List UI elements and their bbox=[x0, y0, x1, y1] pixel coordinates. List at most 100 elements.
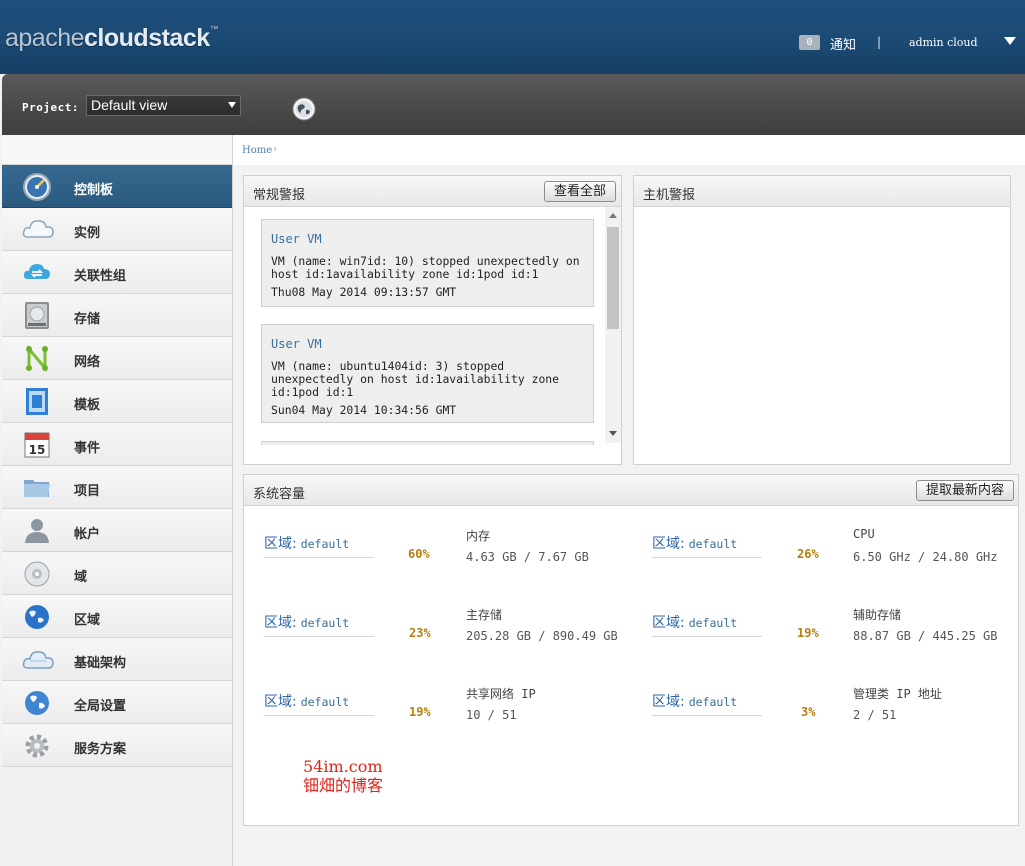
dashboard-gauge-icon bbox=[22, 172, 52, 201]
capacity-percent: 26% bbox=[797, 547, 819, 561]
breadcrumb-separator: › bbox=[273, 142, 278, 155]
sidebar-nav: 控制板 实例 关联性组 存储 网络 模板 15 事件 项目 帐户 域 区域 基础… bbox=[2, 135, 233, 866]
alert-description: VM (name: ubuntu1404id: 3) stopped unexp… bbox=[271, 359, 560, 399]
capacity-percent: 23% bbox=[409, 626, 431, 640]
capacity-value: 10 / 51 bbox=[466, 708, 517, 722]
sidebar-item-label: 存储 bbox=[74, 312, 101, 327]
scroll-up-icon[interactable] bbox=[609, 213, 617, 218]
scroll-down-icon[interactable] bbox=[609, 431, 617, 436]
capacity-value: 2 / 51 bbox=[853, 708, 897, 722]
sidebar-item-dashboard[interactable]: 控制板 bbox=[2, 165, 232, 208]
general-alerts-panel: 常规警报 查看全部 User VM VM (name: win7id: 10) … bbox=[243, 175, 622, 465]
sidebar-item-label: 域 bbox=[74, 570, 88, 585]
breadcrumb: Home › bbox=[233, 135, 1025, 165]
panel-header: 主机警报 bbox=[634, 176, 1010, 207]
sidebar-item-accounts[interactable]: 帐户 bbox=[2, 509, 232, 552]
network-icon bbox=[22, 344, 52, 373]
sidebar-item-label: 控制板 bbox=[74, 183, 114, 198]
panel-header: 系统容量 提取最新内容 bbox=[244, 475, 1018, 506]
sidebar-item-label: 模板 bbox=[74, 398, 101, 413]
template-icon bbox=[22, 387, 52, 416]
notifications-link[interactable]: 通知 bbox=[830, 34, 856, 53]
sidebar-top-spacer bbox=[2, 135, 232, 165]
sidebar-item-label: 关联性组 bbox=[74, 269, 127, 284]
capacity-zone[interactable]: 区域: default bbox=[652, 691, 762, 716]
watermark-text: 54im.com 钿畑的博客 bbox=[303, 757, 383, 795]
capacity-name: CPU bbox=[853, 527, 875, 541]
sidebar-item-service-offerings[interactable]: 服务方案 bbox=[2, 724, 232, 767]
breadcrumb-home-link[interactable]: Home bbox=[242, 145, 272, 156]
sidebar-item-domains[interactable]: 域 bbox=[2, 552, 232, 595]
user-menu-caret-icon[interactable] bbox=[1004, 37, 1016, 45]
alert-description: VM (name: win7id: 10) stopped unexpected… bbox=[271, 254, 580, 281]
sidebar-item-label: 基础架构 bbox=[74, 656, 127, 671]
capacity-name: 内存 bbox=[466, 529, 491, 543]
capacity-name: 管理类 IP 地址 bbox=[853, 687, 942, 701]
cloud-icon bbox=[22, 215, 54, 244]
svg-text:15: 15 bbox=[29, 443, 46, 457]
capacity-zone[interactable]: 区域: default bbox=[652, 533, 762, 558]
sidebar-item-label: 项目 bbox=[74, 484, 101, 499]
panel-title: 系统容量 bbox=[253, 487, 306, 502]
refresh-button[interactable]: 提取最新内容 bbox=[916, 480, 1015, 501]
host-alerts-panel: 主机警报 bbox=[633, 175, 1011, 465]
sidebar-item-network[interactable]: 网络 bbox=[2, 337, 232, 380]
capacity-percent: 19% bbox=[409, 705, 431, 719]
disc-icon bbox=[22, 559, 52, 588]
capacity-name: 辅助存储 bbox=[853, 608, 902, 622]
project-label: Project: bbox=[22, 101, 79, 114]
capacity-value: 4.63 GB / 7.67 GB bbox=[466, 550, 589, 564]
alert-date: Sun04 May 2014 10:34:56 GMT bbox=[271, 403, 457, 417]
watermark-line: 54im.com bbox=[303, 757, 383, 776]
project-select-value: Default view bbox=[91, 97, 168, 113]
notification-count-badge[interactable]: 0 bbox=[799, 35, 820, 50]
capacity-zone[interactable]: 区域: default bbox=[264, 612, 374, 637]
capacity-percent: 3% bbox=[801, 705, 816, 719]
gear-icon bbox=[22, 731, 52, 760]
capacity-value: 88.87 GB / 445.25 GB bbox=[853, 629, 998, 643]
view-all-button[interactable]: 查看全部 bbox=[544, 181, 617, 202]
capacity-zone[interactable]: 区域: default bbox=[652, 612, 762, 637]
cloud-sync-icon bbox=[22, 258, 52, 287]
cloud-infrastructure-icon bbox=[22, 645, 54, 674]
alerts-list[interactable]: User VM VM (name: win7id: 10) stopped un… bbox=[244, 207, 605, 445]
sidebar-item-label: 网络 bbox=[74, 355, 101, 370]
calendar-icon: 15 bbox=[22, 430, 52, 459]
sidebar-item-label: 帐户 bbox=[74, 527, 101, 542]
sidebar-item-events[interactable]: 15 事件 bbox=[2, 423, 232, 466]
capacity-percent: 60% bbox=[408, 547, 430, 561]
sidebar-item-zones[interactable]: 区域 bbox=[2, 595, 232, 638]
globe-icon[interactable] bbox=[292, 97, 316, 121]
list-item[interactable]: User VM VM (name: win7id: 10) stopped un… bbox=[261, 219, 594, 307]
sidebar-item-label: 区域 bbox=[74, 613, 101, 628]
alert-title: User VM bbox=[271, 232, 322, 246]
sidebar-item-projects[interactable]: 项目 bbox=[2, 466, 232, 509]
sidebar-item-label: 事件 bbox=[74, 441, 101, 456]
alerts-scrollbar[interactable] bbox=[605, 207, 621, 443]
header-separator: | bbox=[877, 35, 882, 49]
watermark-line: 钿畑的博客 bbox=[303, 776, 384, 795]
sidebar-item-affinity-groups[interactable]: 关联性组 bbox=[2, 251, 232, 294]
capacity-name: 主存储 bbox=[466, 608, 503, 622]
project-select[interactable]: Default view bbox=[86, 95, 241, 116]
sidebar-item-templates[interactable]: 模板 bbox=[2, 380, 232, 423]
list-item[interactable]: User VM VM (name: ubuntu1404id: 3) stopp… bbox=[261, 324, 594, 423]
capacity-percent: 19% bbox=[797, 626, 819, 640]
list-item[interactable] bbox=[261, 441, 594, 445]
capacity-zone[interactable]: 区域: default bbox=[264, 533, 374, 558]
sidebar-item-label: 服务方案 bbox=[74, 742, 127, 757]
sidebar-item-instances[interactable]: 实例 bbox=[2, 208, 232, 251]
sidebar-item-storage[interactable]: 存储 bbox=[2, 294, 232, 337]
sidebar-item-label: 实例 bbox=[74, 226, 101, 241]
world-settings-icon bbox=[22, 688, 52, 717]
capacity-zone[interactable]: 区域: default bbox=[264, 691, 374, 716]
alert-title: User VM bbox=[271, 337, 322, 351]
panel-title: 主机警报 bbox=[643, 188, 696, 203]
top-header: apachecloudstack™ 0 通知 | admin cloud bbox=[0, 0, 1025, 74]
sidebar-item-global-settings[interactable]: 全局设置 bbox=[2, 681, 232, 724]
scrollbar-thumb[interactable] bbox=[607, 227, 619, 329]
capacity-name: 共享网络 IP bbox=[466, 687, 536, 701]
sidebar-item-infrastructure[interactable]: 基础架构 bbox=[2, 638, 232, 681]
cloudstack-logo[interactable]: apachecloudstack™ bbox=[5, 24, 219, 53]
user-menu-name[interactable]: admin cloud bbox=[909, 36, 978, 49]
